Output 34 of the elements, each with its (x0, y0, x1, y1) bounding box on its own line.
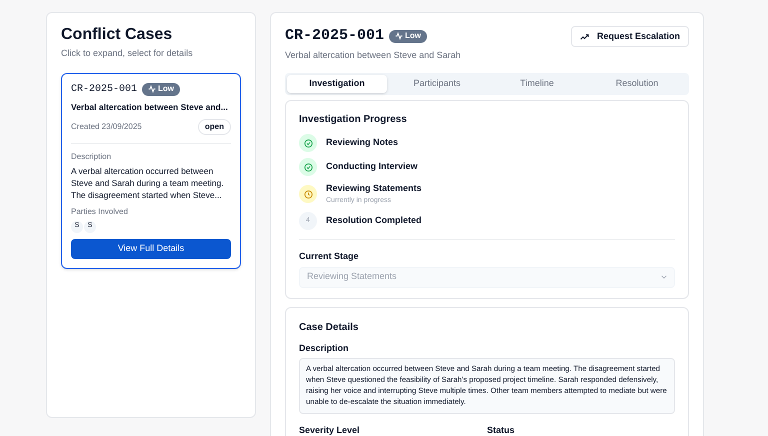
case-card[interactable] (61, 72, 241, 268)
parties-label: Parties Involved (71, 206, 129, 218)
severity-badge: Low (142, 82, 180, 96)
description-label: Description (71, 150, 112, 162)
chevron-down-icon (661, 275, 667, 279)
case-id: CR-2025-001 (285, 26, 384, 46)
step-label: Reviewing Notes (326, 136, 398, 150)
step-label: Resolution Completed (326, 214, 422, 228)
field-label: Severity Level (299, 424, 361, 436)
step-label: Conducting Interview (326, 160, 418, 174)
status-badge: open (198, 118, 231, 134)
step-label: Reviewing Statements (326, 182, 422, 195)
case-id: CR-2025-001 (71, 82, 138, 96)
tab[interactable]: Resolution (587, 75, 687, 93)
panel-title: Conflict Cases (61, 25, 174, 45)
field-label: Current Stage (299, 250, 360, 263)
card-title: Case Details (299, 320, 360, 334)
trend-up-icon (580, 34, 589, 40)
case-title: Verbal altercation between Steve and... (71, 100, 229, 112)
panel-subtitle: Click to expand, select for details (61, 47, 194, 60)
case-subtitle: Verbal altercation between Steve and Sarah (285, 48, 461, 62)
pulse-icon (148, 85, 156, 93)
field-label: Status (487, 424, 516, 436)
description-text: A verbal altercation occurred between Steve and Sarah during a team meeting. The disagreement started when Steve... (71, 164, 225, 200)
tab[interactable]: Investigation (287, 75, 387, 93)
card-title: Investigation Progress (299, 113, 408, 127)
tab[interactable]: Participants (387, 75, 487, 93)
field-label: Description (299, 342, 350, 355)
escalation-button[interactable]: Request Escalation (570, 26, 689, 47)
tab[interactable]: Timeline (487, 75, 587, 93)
severity-badge: Low (389, 30, 428, 43)
created-date: Created 23/09/2025 (71, 120, 142, 132)
view-details-button[interactable]: View Full Details (71, 238, 231, 258)
pulse-icon (395, 32, 404, 40)
